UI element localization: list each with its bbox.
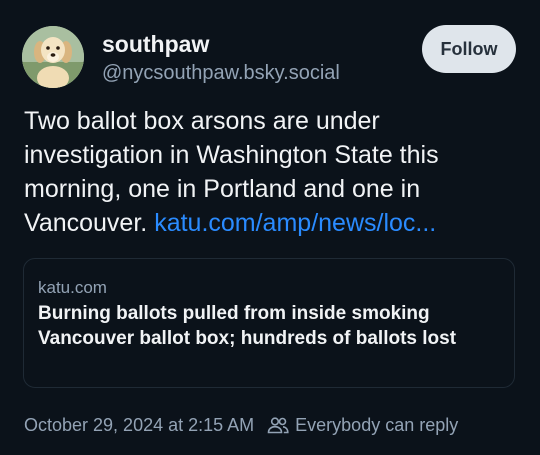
reply-setting-label: Everybody can reply [295, 414, 459, 435]
reply-setting[interactable]: Everybody can reply [267, 415, 458, 436]
avatar[interactable] [22, 26, 84, 88]
post-link[interactable]: katu.com/amp/news/loc... [154, 209, 436, 237]
post-footer: October 29, 2024 at 2:15 AM Everybody ca… [24, 412, 458, 438]
follow-button[interactable]: Follow [422, 25, 516, 73]
post-container: southpaw @nycsouthpaw.bsky.social Follow… [0, 0, 540, 455]
golden-retriever-puppy-avatar-icon [22, 26, 84, 88]
link-card-title: Burning ballots pulled from inside smoki… [38, 303, 457, 349]
link-card-domain: katu.com [38, 278, 107, 297]
author-handle[interactable]: @nycsouthpaw.bsky.social [102, 60, 340, 86]
author-display-name[interactable]: southpaw [102, 30, 209, 58]
link-card[interactable]: katu.com Burning ballots pulled from ins… [23, 258, 515, 388]
post-timestamp[interactable]: October 29, 2024 at 2:15 AM [24, 415, 254, 436]
people-icon [267, 416, 289, 434]
post-text: Two ballot box arsons are under investig… [24, 104, 524, 240]
